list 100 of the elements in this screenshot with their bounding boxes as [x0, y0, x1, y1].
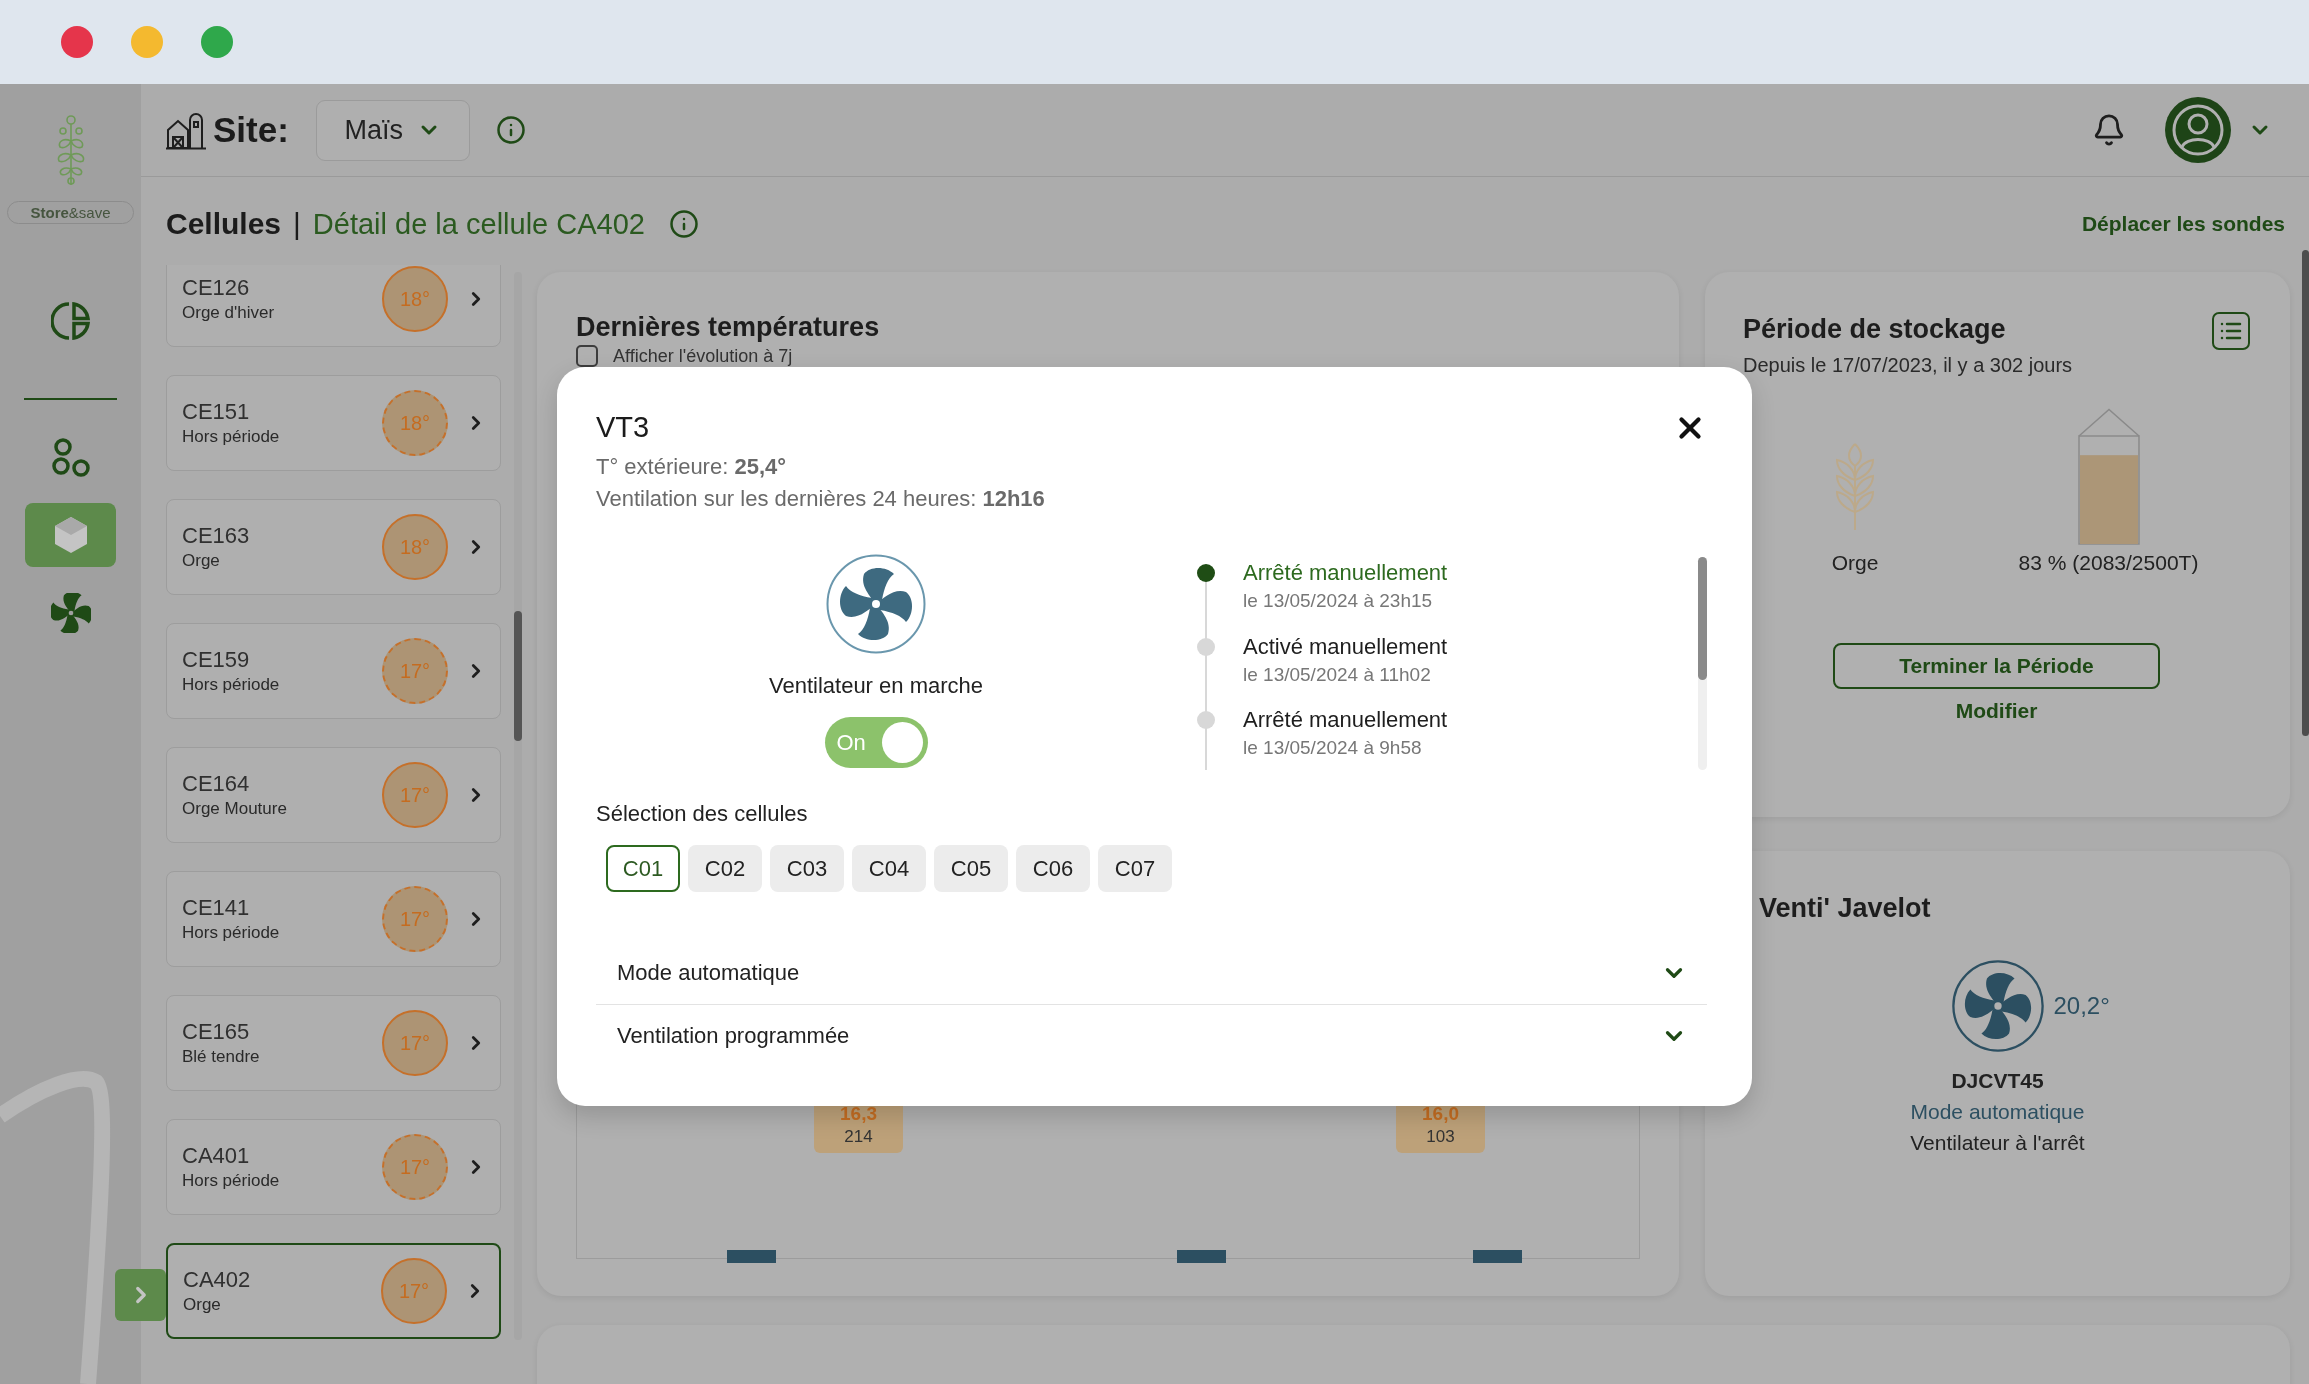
fan-icon [826, 554, 926, 654]
scrollbar-thumb[interactable] [1698, 557, 1707, 680]
cell-name: CE164 [182, 770, 251, 798]
card-title: Dernières températures [576, 311, 881, 344]
cell-list-item[interactable]: CE159 Hors période 17° [166, 623, 501, 719]
cell-name: CA402 [183, 1266, 252, 1294]
page-title: Détail de la cellule CA402 [312, 207, 645, 241]
cell-name: CA401 [182, 1142, 251, 1170]
fan-status: Ventilateur en marche [769, 672, 983, 700]
cell-name: CE151 [182, 398, 251, 426]
cell-crop: Hors période [182, 1170, 281, 1192]
temperature-indicator: 17° [382, 1134, 448, 1200]
fill-level-label: 83 % (2083/2500T) [2018, 550, 2199, 576]
cell-name: CE126 [182, 274, 251, 302]
segmented-circle-icon [50, 301, 91, 341]
window-close-icon[interactable] [61, 26, 93, 58]
temperature-indicator: 17° [382, 762, 448, 828]
cell-list-item[interactable]: CA401 Hors période 17° [166, 1119, 501, 1215]
event-date: le 13/05/2024 à 9h58 [1243, 736, 1423, 760]
cell-list-item[interactable]: CE165 Blé tendre 17° [166, 995, 501, 1091]
event-title: Activé manuellement [1243, 632, 1448, 661]
marker-temperature: 16,3 [840, 1102, 877, 1126]
cell-crop: Orge d'hiver [182, 302, 276, 324]
dialog-title: VT3 [596, 410, 651, 445]
crop-label: Orge [1831, 550, 1879, 576]
cell-list-item[interactable]: CA402 Orge 17° [166, 1243, 501, 1339]
scrollbar-thumb[interactable] [514, 611, 522, 741]
chart-bar [1177, 1250, 1226, 1263]
temperature-indicator: 17° [382, 638, 448, 704]
cell-list-item[interactable]: CE164 Orge Mouture 17° [166, 747, 501, 843]
temperature-indicator: 17° [382, 1010, 448, 1076]
site-label: Site: [213, 110, 289, 150]
chart-bar [1473, 1250, 1522, 1263]
cell-list-item[interactable]: CE151 Hors période 18° [166, 375, 501, 471]
temperature-indicator: 17° [381, 1258, 447, 1324]
cell-chip[interactable]: C04 [852, 845, 926, 892]
info-icon[interactable] [668, 209, 699, 239]
fan-status: Ventilateur à l'arrêt [1910, 1130, 2085, 1156]
breadcrumb-separator: | [293, 207, 301, 241]
temperature-indicator: 17° [382, 886, 448, 952]
fan-mode: Mode automatique [1910, 1099, 2085, 1125]
outdoor-temperature-text: T° extérieure: 25,4° [596, 453, 788, 481]
cell-chip[interactable]: C02 [688, 845, 762, 892]
fan-temperature: 20,2° [2053, 992, 2110, 1020]
event-title: Arrêté manuellement [1243, 559, 1448, 587]
chart-bar [727, 1250, 776, 1263]
cell-crop: Blé tendre [182, 1046, 261, 1068]
nav-button[interactable] [25, 503, 116, 567]
cell-name: CE141 [182, 894, 251, 922]
cell-chip[interactable]: C06 [1016, 845, 1090, 892]
checkbox-label: Afficher l'évolution à 7j [613, 345, 793, 367]
ventilation-duration-text: Ventilation sur les dernières 24 heures: 12h16 [596, 485, 1045, 513]
marker-count: 214 [844, 1126, 873, 1148]
cell-name: CE165 [182, 1018, 251, 1046]
move-sensors-link[interactable]: Déplacer les sondes [2081, 207, 2285, 241]
temperature-indicator: 18° [382, 266, 448, 332]
cell-crop: Orge Mouture [182, 798, 288, 820]
wheat-icon [1833, 442, 1877, 530]
bell-icon[interactable] [2092, 113, 2126, 147]
temperature-indicator: 18° [382, 390, 448, 456]
cell-crop: Hors période [182, 674, 281, 696]
fan-icon [1951, 960, 2044, 1052]
scrollbar-thumb[interactable] [2302, 250, 2309, 736]
cell-list-item[interactable]: CE141 Hors période 17° [166, 871, 501, 967]
cell-chip[interactable]: C01 [606, 845, 680, 892]
cell-list-item[interactable]: CE163 Orge 18° [166, 499, 501, 595]
event-date: le 13/05/2024 à 11h02 [1243, 662, 1432, 687]
cell-chip[interactable]: C03 [770, 845, 844, 892]
cell-crop: Orge [182, 550, 221, 572]
cells-selection-label: Sélection des cellules [596, 800, 809, 828]
barn-icon [166, 110, 206, 150]
end-period-button[interactable]: Terminer la Période [1833, 643, 2160, 689]
cell-crop: Hors période [182, 922, 281, 944]
cell-chip[interactable]: C07 [1098, 845, 1172, 892]
storage-since-text: Depuis le 17/07/2023, il y a 302 jours [1743, 353, 2073, 378]
accordion-header[interactable]: Ventilation programmée [596, 1004, 1707, 1066]
list-button[interactable] [2212, 312, 2250, 350]
cell-list-item[interactable]: CE126 Orge d'hiver 18° [166, 265, 501, 347]
marker-temperature: 16,0 [1422, 1102, 1459, 1126]
cell-name: CE159 [182, 646, 251, 674]
card-title: Période de stockage [1743, 313, 2007, 346]
section-title: Cellules [166, 207, 282, 241]
edit-link[interactable]: Modifier [1955, 698, 2038, 724]
window-maximize-icon[interactable] [201, 26, 233, 58]
circles-icon [50, 437, 91, 477]
fan-icon [50, 593, 91, 633]
cell-chip[interactable]: C05 [934, 845, 1008, 892]
fan-name: DJCVT45 [1951, 1068, 2044, 1094]
info-icon[interactable] [495, 115, 526, 145]
avatar-icon[interactable] [2165, 97, 2231, 163]
event-date: le 13/05/2024 à 23h15 [1243, 589, 1434, 613]
cell-crop: Hors période [182, 426, 281, 448]
event-title: Arrêté manuellement [1243, 706, 1448, 734]
site-select[interactable]: Maïs [315, 99, 470, 161]
card-title: Venti' Javelot [1759, 892, 1932, 925]
knob-icon [881, 722, 923, 763]
temperature-indicator: 18° [382, 514, 448, 580]
expand-button[interactable] [115, 1269, 166, 1321]
accordion-header[interactable]: Mode automatique [596, 942, 1707, 1004]
marker-count: 103 [1426, 1126, 1455, 1148]
